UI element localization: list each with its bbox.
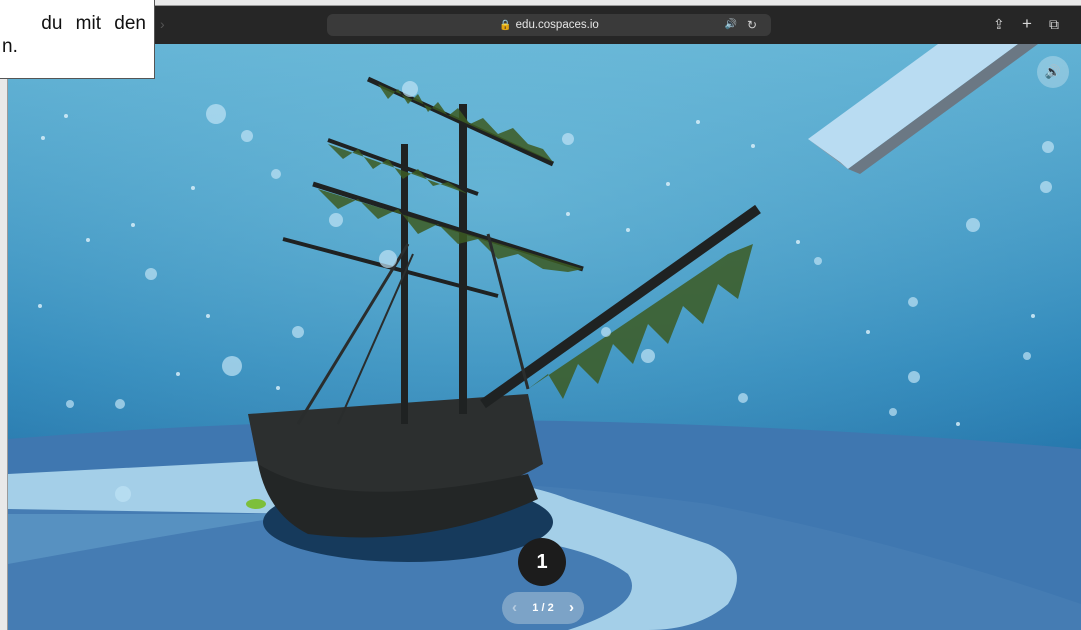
lock-icon: 🔒: [499, 20, 512, 31]
instruction-text-line-2: n.: [2, 36, 18, 57]
tabs-overview-icon[interactable]: ⧉: [1049, 15, 1059, 33]
share-icon[interactable]: ⇪: [993, 15, 1005, 33]
browser-window: › 🔒 edu.cospaces.io 🔊 ↻ ⇪ + ⧉ 🔊 1 ‹ 1 / …: [8, 6, 1081, 630]
sound-toggle-button[interactable]: 🔊: [1037, 56, 1069, 88]
instruction-text-line-1: du mit den: [41, 13, 146, 34]
browser-toolbar: › 🔒 edu.cospaces.io 🔊 ↻ ⇪ + ⧉: [8, 6, 1081, 45]
address-bar[interactable]: 🔒 edu.cospaces.io 🔊 ↻: [327, 14, 771, 36]
cospace-3d-scene[interactable]: 🔊 1 ‹ 1 / 2 ›: [8, 44, 1081, 630]
speaker-icon[interactable]: 🔊: [725, 14, 737, 36]
instruction-popup: du mit den n.: [0, 0, 155, 79]
step-number-badge: 1: [518, 538, 566, 586]
reload-icon[interactable]: ↻: [747, 14, 757, 36]
next-chevron-right-icon[interactable]: ›: [569, 592, 574, 624]
speaker-icon: 🔊: [1044, 64, 1062, 79]
plus-icon[interactable]: +: [1022, 15, 1032, 33]
slide-pager: ‹ 1 / 2 ›: [502, 592, 584, 624]
url-text: edu.cospaces.io: [515, 19, 599, 31]
forward-chevron-right-icon[interactable]: ›: [160, 16, 165, 32]
